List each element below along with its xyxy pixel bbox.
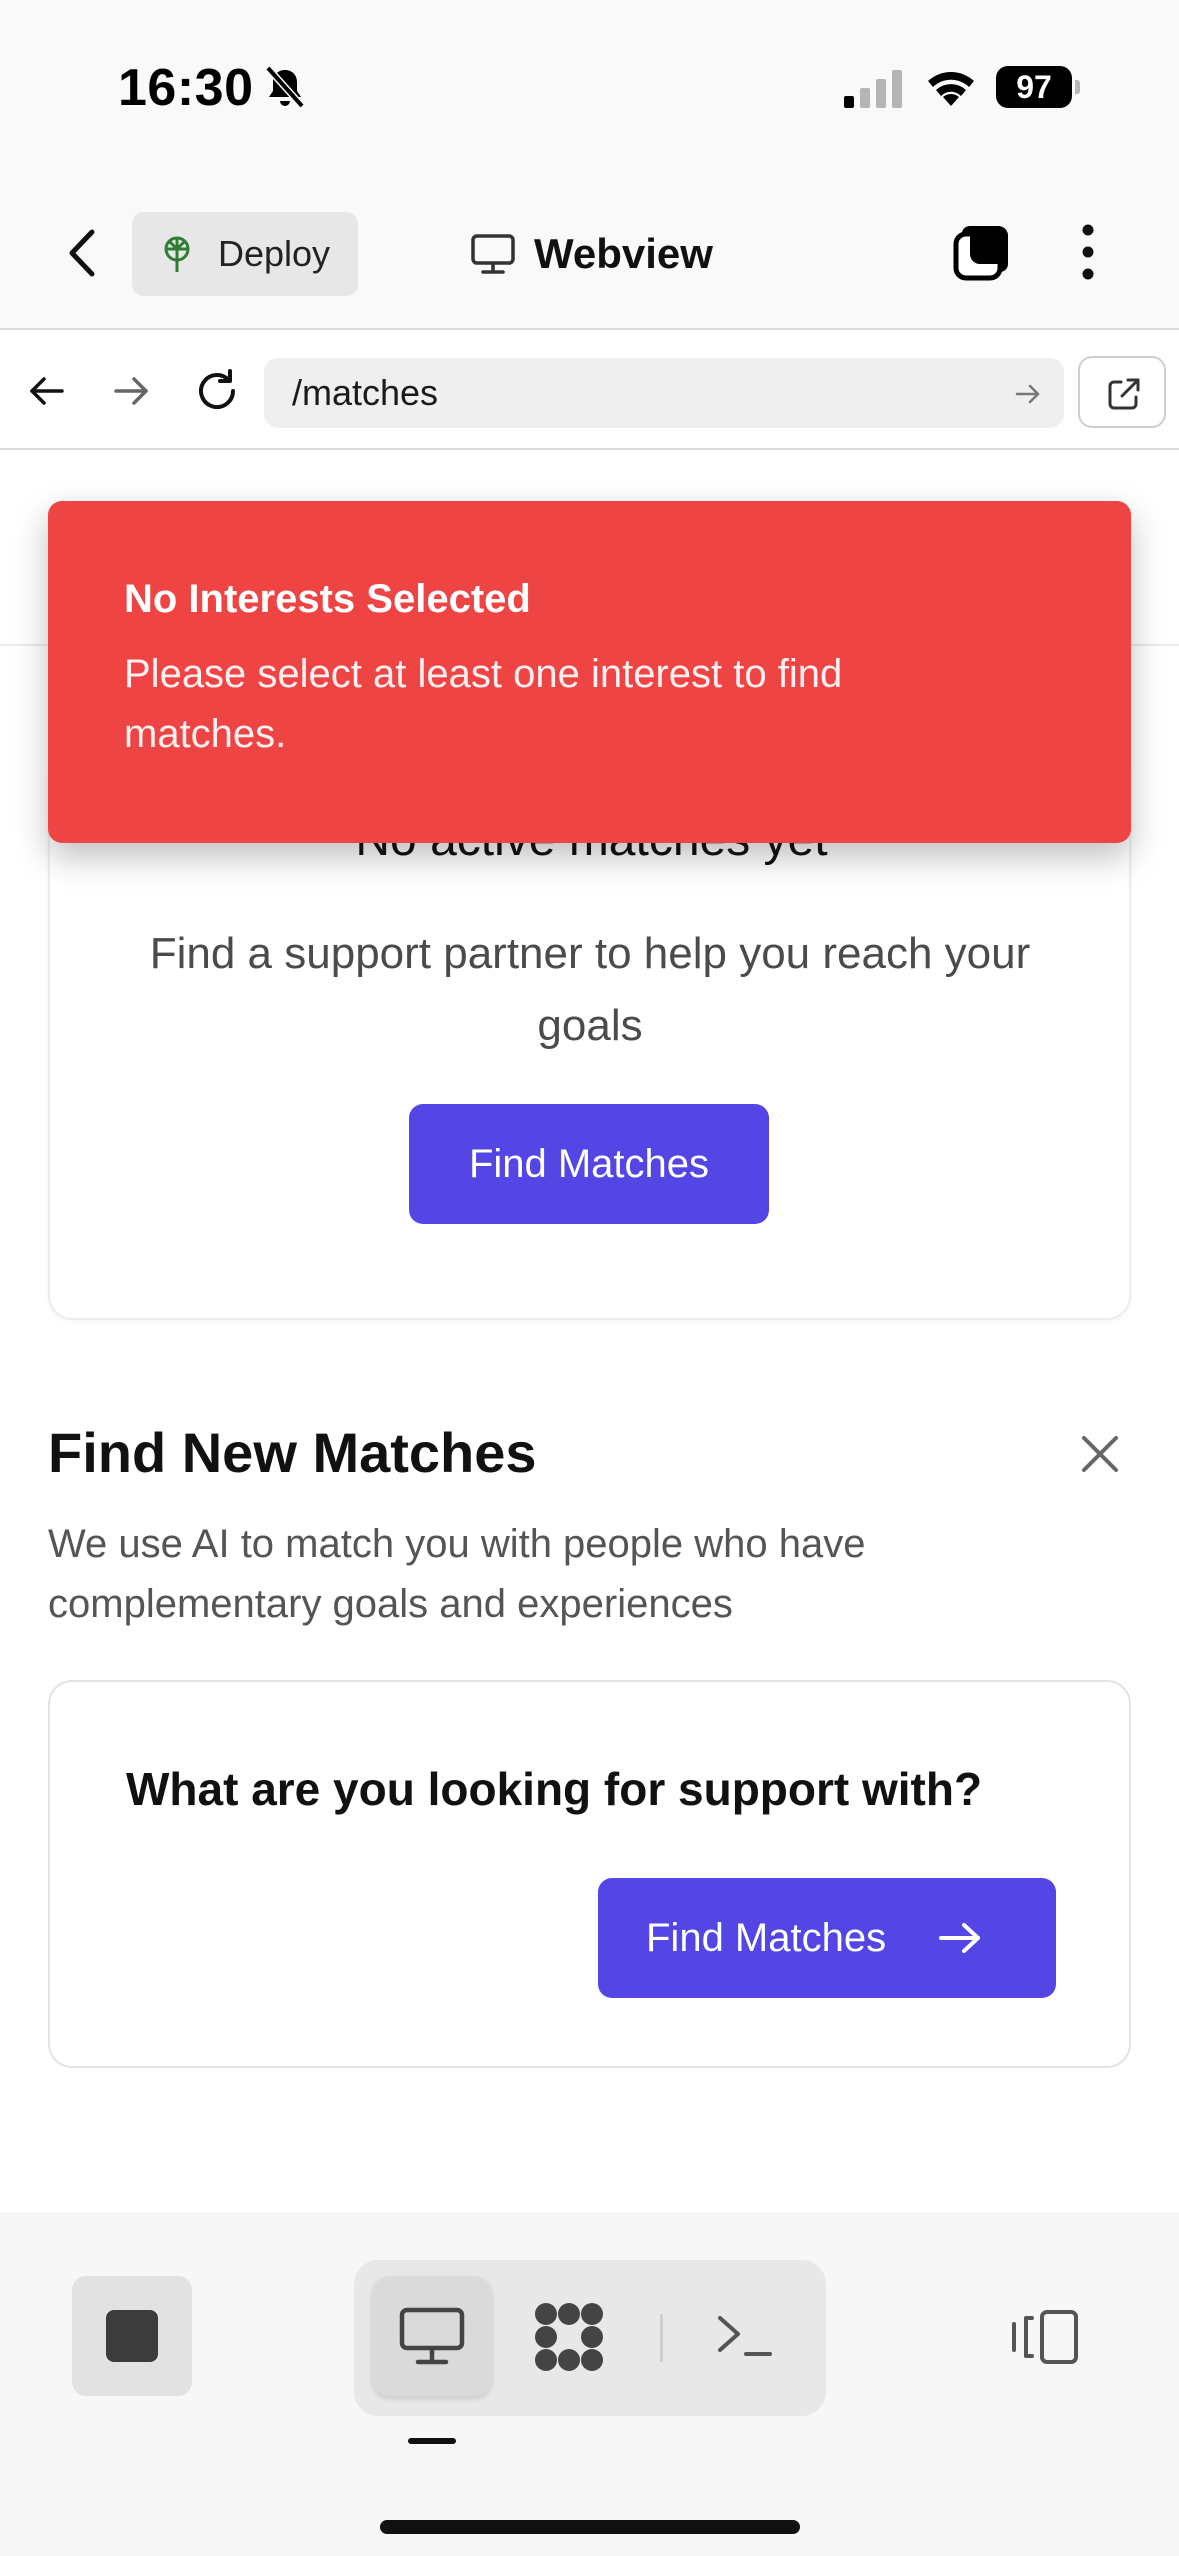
- status-bar: 16:30 97: [0, 0, 1179, 170]
- find-matches-button[interactable]: Find Matches: [409, 1104, 769, 1224]
- arrow-right-small-icon[interactable]: [1014, 380, 1042, 408]
- app-header: Deploy Webview: [0, 170, 1179, 330]
- deploy-label: Deploy: [218, 233, 331, 274]
- mode-divider: [660, 2314, 663, 2362]
- page-title: Webview: [534, 230, 713, 277]
- find-new-matches-title: Find New Matches: [48, 1421, 537, 1484]
- toast-title: No Interests Selected: [124, 577, 531, 621]
- chevron-left-icon[interactable]: [62, 226, 102, 280]
- empty-state-subtitle: Find a support partner to help you reach…: [149, 929, 1031, 1050]
- arrow-left-icon[interactable]: [26, 370, 68, 412]
- arrow-right-icon[interactable]: [110, 370, 152, 412]
- arrow-right-icon: [939, 1923, 981, 1953]
- battery-cap: [1075, 80, 1080, 94]
- console-icon[interactable]: [716, 2310, 772, 2360]
- desktop-icon: [399, 2307, 465, 2365]
- view-mode-switcher: [354, 2260, 826, 2416]
- reload-icon[interactable]: [192, 366, 242, 416]
- deploy-icon: [164, 236, 190, 272]
- cellular-signal-icon: [844, 70, 902, 108]
- url-text: /matches: [292, 372, 439, 413]
- find-new-matches-description: We use AI to match you with people who h…: [48, 1522, 866, 1626]
- home-indicator[interactable]: [380, 2520, 800, 2534]
- bottom-toolbar: [0, 2212, 1179, 2556]
- more-vertical-icon[interactable]: [1076, 222, 1100, 282]
- monitor-icon: [471, 234, 515, 274]
- apps-icon[interactable]: [532, 2300, 606, 2374]
- wifi-icon: [928, 72, 974, 106]
- stop-button[interactable]: [72, 2276, 192, 2396]
- desktop-mode-button[interactable]: [372, 2276, 492, 2396]
- find-matches-submit-button[interactable]: Find Matches: [598, 1878, 1056, 1998]
- panel-toggle-icon[interactable]: [1010, 2308, 1080, 2366]
- stop-icon: [106, 2310, 158, 2362]
- tabs-icon[interactable]: [952, 222, 1012, 282]
- support-question: What are you looking for support with?: [126, 1763, 983, 1815]
- bell-slash-icon: [265, 65, 305, 109]
- close-icon[interactable]: [1076, 1430, 1124, 1478]
- webview-title: Webview: [470, 226, 713, 282]
- toast-message: Please select at least one interest to f…: [124, 652, 843, 756]
- url-input[interactable]: /matches: [264, 358, 1064, 428]
- browser-url-bar: /matches: [0, 332, 1179, 450]
- support-question-card: What are you looking for support with? F…: [48, 1680, 1131, 2068]
- open-external-button[interactable]: [1078, 356, 1166, 428]
- find-matches-submit-label: Find Matches: [646, 1915, 887, 1960]
- battery-level: 97: [996, 66, 1072, 108]
- status-time: 16:30: [118, 59, 254, 117]
- external-link-icon: [1108, 378, 1140, 410]
- error-toast[interactable]: No Interests Selected Please select at l…: [48, 501, 1131, 843]
- battery-indicator: 97: [996, 66, 1080, 108]
- active-mode-indicator: [408, 2438, 456, 2444]
- deploy-button[interactable]: Deploy: [132, 212, 358, 296]
